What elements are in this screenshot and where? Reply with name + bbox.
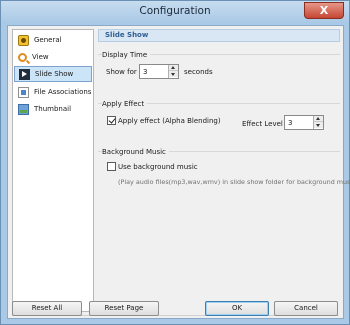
reset-page-button[interactable]: Reset Page	[89, 301, 159, 316]
sidebar-item-file-associations[interactable]: File Associations	[14, 84, 92, 100]
display-time-stepper[interactable]: 3	[139, 64, 179, 79]
apply-effect-checkbox-label[interactable]: Apply effect (Alpha Blending)	[118, 117, 221, 125]
cancel-button[interactable]: Cancel	[274, 301, 338, 316]
spin-down-icon[interactable]	[169, 71, 178, 77]
apply-effect-checkbox[interactable]	[107, 116, 116, 125]
sidebar-item-thumbnail[interactable]: Thumbnail	[14, 101, 92, 117]
file-associations-icon	[18, 86, 29, 98]
apply-effect-label: Apply Effect	[102, 100, 148, 108]
ok-button[interactable]: OK	[205, 301, 269, 316]
sidebar-item-general[interactable]: General	[14, 32, 92, 48]
background-music-hint: (Play audio files(mp3,wav,wmv) in slide …	[118, 178, 350, 186]
background-music-checkbox[interactable]	[107, 162, 116, 171]
sidebar-item-label: File Associations	[34, 88, 92, 96]
display-time-label: Display Time	[102, 51, 151, 59]
effect-level-spin-buttons	[313, 116, 323, 129]
show-for-label: Show for	[106, 68, 137, 76]
seconds-label: seconds	[184, 68, 213, 76]
sidebar-item-view[interactable]: View	[14, 49, 92, 65]
view-icon	[18, 52, 27, 62]
client-area: General View Slide Show File Association…	[7, 25, 350, 319]
display-time-value: 3	[143, 68, 148, 76]
panel-header: Slide Show	[98, 29, 340, 42]
general-icon	[18, 34, 29, 46]
background-music-checkbox-label[interactable]: Use background music	[118, 163, 198, 171]
spin-down-icon[interactable]	[314, 122, 323, 128]
window-title: Configuration	[139, 5, 211, 17]
sidebar-item-label: General	[34, 36, 62, 44]
panel-title: Slide Show	[105, 31, 149, 39]
thumbnail-icon	[18, 103, 29, 115]
effect-level-label: Effect Level	[242, 120, 283, 128]
slide-show-icon	[19, 68, 30, 80]
display-time-group: Display Time	[98, 51, 340, 98]
background-music-label: Background Music	[102, 148, 169, 156]
sidebar-item-label: Slide Show	[35, 70, 74, 78]
reset-all-button[interactable]: Reset All	[12, 301, 82, 316]
close-button[interactable]: X	[304, 2, 344, 19]
title-bar[interactable]: Configuration X	[1, 1, 349, 23]
configuration-window: Configuration X General View Slide Show …	[0, 0, 350, 325]
display-time-spin-buttons	[168, 65, 178, 78]
effect-level-value: 3	[288, 119, 293, 127]
category-list: General View Slide Show File Association…	[12, 29, 94, 312]
sidebar-item-slide-show[interactable]: Slide Show	[14, 66, 92, 82]
sidebar-item-label: View	[32, 53, 49, 61]
sidebar-item-label: Thumbnail	[34, 105, 72, 113]
effect-level-stepper[interactable]: 3	[284, 115, 324, 130]
